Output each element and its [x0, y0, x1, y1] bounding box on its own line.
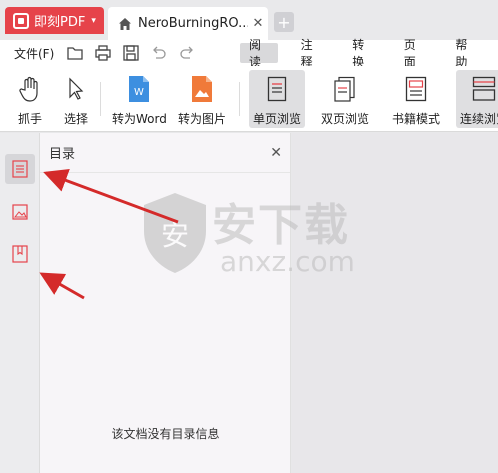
convert-image-label: 转为图片: [178, 112, 227, 126]
title-bar: 即刻PDF ▾ NeroBurningRO... ✕ +: [0, 0, 498, 40]
tab-convert[interactable]: 转换: [343, 38, 381, 69]
save-icon[interactable]: [122, 44, 140, 62]
app-logo-icon: [13, 12, 29, 29]
home-icon: [119, 17, 131, 30]
select-tool-label: 选择: [64, 112, 89, 126]
print-icon[interactable]: [94, 44, 112, 62]
convert-word-label: 转为Word: [112, 112, 167, 126]
continuous-icon: [472, 76, 496, 101]
document-canvas[interactable]: [292, 133, 498, 473]
close-icon[interactable]: ✕: [248, 16, 268, 31]
close-icon[interactable]: ✕: [270, 145, 282, 161]
convert-image-button[interactable]: 转为图片: [178, 74, 226, 127]
new-tab-button[interactable]: +: [274, 12, 294, 32]
image-convert-icon: [192, 76, 212, 102]
outline-panel-title: 目录: [49, 147, 76, 162]
tab-page[interactable]: 页面: [395, 38, 433, 69]
outline-panel-header: 目录 ✕: [40, 133, 290, 173]
file-menu[interactable]: 文件(F): [14, 45, 54, 62]
tab-annotate[interactable]: 注释: [292, 38, 330, 69]
single-page-button[interactable]: 单页浏览: [249, 70, 306, 128]
thumbnail-icon: [12, 204, 28, 220]
app-name: 即刻PDF: [34, 15, 86, 30]
svg-text:W: W: [134, 87, 144, 98]
menu-bar: 文件(F) 阅读 注释 转换 页面 帮助: [0, 38, 498, 69]
app-menu-button[interactable]: 即刻PDF ▾: [5, 7, 104, 34]
hand-tool-label: 抓手: [18, 112, 43, 126]
watermark: 安 安下载 anxz.com: [140, 185, 360, 285]
svg-text:安: 安: [161, 219, 189, 252]
hand-icon: [19, 76, 38, 102]
toolbar: 抓手 选择 W 转为Word 转为图片 单页浏览 双页浏览 书籍模式 连续浏: [0, 66, 498, 132]
document-tab[interactable]: NeroBurningRO... ✕: [108, 7, 268, 40]
outline-empty-message: 该文档没有目录信息: [111, 427, 220, 441]
book-mode-button[interactable]: 书籍模式: [392, 74, 440, 127]
toolbar-divider: [239, 82, 240, 116]
open-folder-icon[interactable]: [66, 44, 84, 62]
thumbnail-panel-button[interactable]: [5, 197, 35, 227]
continuous-view-button[interactable]: 连续浏览: [456, 70, 498, 128]
redo-icon[interactable]: [178, 44, 196, 62]
bookmark-icon: [12, 245, 28, 263]
watermark-subtext: anxz.com: [220, 245, 355, 278]
undo-icon[interactable]: [150, 44, 168, 62]
hand-tool-button[interactable]: 抓手: [18, 74, 42, 127]
single-page-icon: [267, 76, 287, 102]
book-mode-icon: [405, 76, 427, 102]
select-tool-button[interactable]: 选择: [64, 74, 88, 127]
outline-panel-button[interactable]: [5, 154, 35, 184]
double-page-label: 双页浏览: [321, 112, 370, 126]
outline-panel: 目录 ✕ 该文档没有目录信息: [40, 133, 291, 473]
outline-icon: [12, 160, 28, 178]
chevron-down-icon: ▾: [91, 15, 96, 26]
tab-read[interactable]: 阅读: [240, 38, 278, 69]
word-icon: W: [129, 76, 150, 102]
toolbar-divider: [100, 82, 101, 116]
double-page-icon: [334, 76, 355, 102]
watermark-text: 安下载: [212, 200, 350, 251]
double-page-button[interactable]: 双页浏览: [321, 74, 369, 127]
cursor-icon: [69, 77, 84, 100]
single-page-label: 单页浏览: [253, 112, 302, 126]
left-sidebar: [0, 133, 40, 473]
continuous-view-label: 连续浏览: [460, 112, 498, 126]
book-mode-label: 书籍模式: [392, 112, 441, 126]
document-tab-title: NeroBurningRO...: [138, 16, 248, 31]
convert-word-button[interactable]: W 转为Word: [112, 74, 167, 127]
tab-help[interactable]: 帮助: [446, 38, 484, 69]
shield-icon: 安: [144, 193, 206, 273]
bookmark-panel-button[interactable]: [5, 239, 35, 269]
